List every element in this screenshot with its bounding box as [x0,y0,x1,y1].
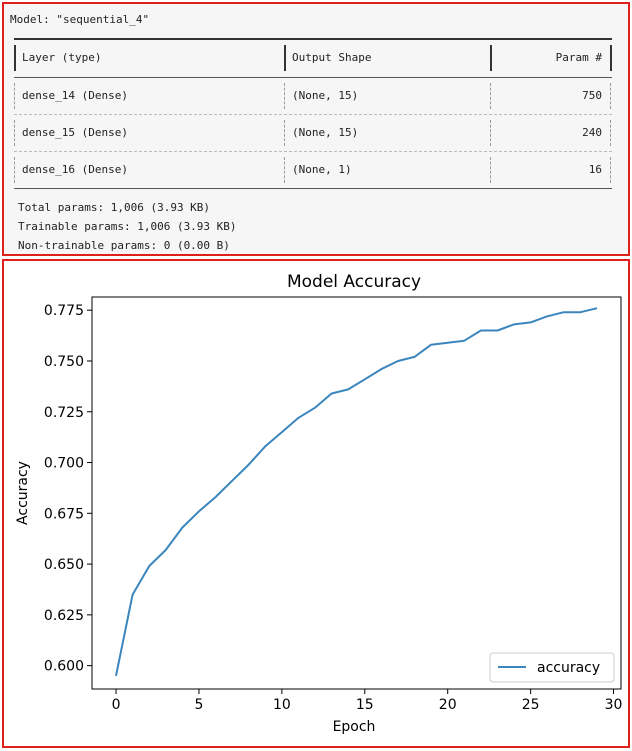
y-axis-label: Accuracy [15,461,31,525]
data-point [480,330,482,332]
table-header-row: Layer (type) Output Shape Param # [14,40,612,76]
column-divider [284,45,286,71]
chart-title: Model Accuracy [287,272,421,292]
x-tick-label: 25 [522,697,540,713]
header-layer-type: Layer (type) [22,51,102,64]
column-divider [284,120,285,146]
y-tick-label: 0.750 [44,354,84,370]
column-divider [284,83,285,109]
accuracy-chart: Model Accuracy 0.600 0.625 0.650 0.675 0.700… [15,272,623,735]
y-tick-label: 0.725 [44,405,84,421]
column-divider [490,157,491,183]
x-tick-label: 30 [605,697,623,713]
column-divider [610,120,611,146]
y-tick-label: 0.625 [44,608,84,624]
data-point [314,407,316,409]
data-point [231,480,233,482]
data-point [148,565,150,567]
chart-legend: accuracy [489,652,615,683]
table-row: dense_15 (Dense) (None, 15) 240 [14,115,612,151]
x-tick-label: 0 [112,697,121,713]
x-tick-label: 10 [273,697,291,713]
data-point [463,340,465,342]
data-point [297,417,299,419]
data-point [248,464,250,466]
x-axis-ticks: 0 5 10 15 20 25 30 [112,689,623,713]
data-point [579,311,581,313]
trainable-params-text: Trainable params: 1,006 (3.93 KB) [18,220,237,233]
data-point [430,344,432,346]
column-divider [14,83,15,109]
header-output-shape: Output Shape [292,51,372,64]
param-count-cell: 750 [582,89,602,102]
plot-area-frame [91,296,622,690]
y-tick-label: 0.675 [44,506,84,522]
legend-label: accuracy [537,660,600,676]
column-divider [14,120,15,146]
layer-name-cell: dense_15 (Dense) [22,126,128,139]
data-point [281,431,283,433]
data-point [331,392,333,394]
table-row: dense_16 (Dense) (None, 1) 16 [14,152,612,188]
data-point [397,360,399,362]
data-point [264,445,266,447]
column-divider [14,157,15,183]
param-totals: Total params: 1,006 (3.93 KB) Trainable … [18,198,237,255]
column-divider [610,157,611,183]
accuracy-data-points [115,307,598,677]
data-point [447,342,449,344]
model-summary-panel: Model: "sequential_4" Layer (type) Outpu… [2,2,630,256]
table-row: dense_14 (Dense) (None, 15) 750 [14,78,612,114]
column-divider [610,83,611,109]
data-point [596,307,598,309]
data-point [132,594,134,596]
data-point [546,315,548,317]
column-divider [490,83,491,109]
column-divider [490,120,491,146]
x-axis-label: Epoch [333,719,376,735]
param-count-cell: 240 [582,126,602,139]
accuracy-chart-panel: Model Accuracy 0.600 0.625 0.650 0.675 0.700… [2,259,630,748]
layer-name-cell: dense_14 (Dense) [22,89,128,102]
data-point [115,675,117,677]
column-divider [610,45,612,71]
column-divider [490,45,492,71]
data-point [181,527,183,529]
output-shape-cell: (None, 1) [292,163,352,176]
output-shape-cell: (None, 15) [292,89,359,102]
total-params-text: Total params: 1,006 (3.93 KB) [18,201,211,214]
x-tick-label: 5 [194,697,203,713]
non-trainable-params-text: Non-trainable params: 0 (0.00 B) [18,239,230,252]
header-param-count: Param # [555,51,602,64]
y-tick-label: 0.600 [44,659,84,675]
y-tick-label: 0.775 [44,303,84,319]
table-bottom-rule [14,188,612,189]
data-point [414,356,416,358]
output-shape-cell: (None, 15) [292,126,359,139]
y-axis-ticks: 0.600 0.625 0.650 0.675 0.700 0.725 0.750 0.775 [44,303,92,675]
data-point [530,321,532,323]
data-point [563,311,565,313]
data-point [496,330,498,332]
x-tick-label: 20 [439,697,457,713]
y-tick-label: 0.700 [44,456,84,472]
data-point [513,323,515,325]
data-point [198,510,200,512]
column-divider [284,157,285,183]
data-point [215,496,217,498]
layer-name-cell: dense_16 (Dense) [22,163,128,176]
data-point [165,549,167,551]
y-tick-label: 0.650 [44,557,84,573]
x-tick-label: 15 [356,697,374,713]
data-point [364,378,366,380]
data-point [347,388,349,390]
param-count-cell: 16 [588,163,602,176]
accuracy-series-line [115,307,598,677]
data-point [380,368,382,370]
column-divider [14,45,16,71]
model-name-label: Model: "sequential_4" [10,13,150,26]
